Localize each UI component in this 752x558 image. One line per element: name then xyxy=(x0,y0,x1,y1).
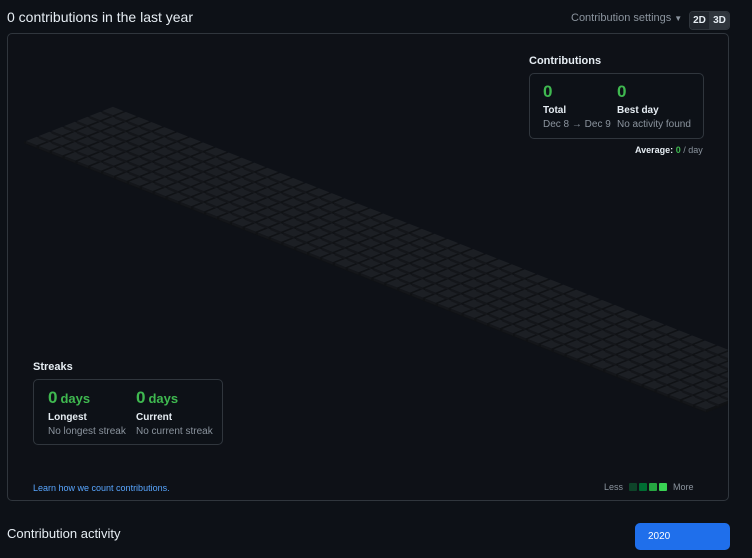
learn-contributions-link[interactable]: Learn how we count contributions. xyxy=(33,483,170,493)
legend-level-3 xyxy=(649,483,658,491)
best-day-value: 0 xyxy=(617,82,627,101)
legend-more-label: More xyxy=(673,482,694,492)
best-day-stat: 0 Best day No activity found xyxy=(617,82,691,130)
average-per-day: Average: 0 / day xyxy=(635,145,703,155)
streaks-title: Streaks xyxy=(33,361,73,373)
current-streak-unit: days xyxy=(148,391,179,406)
contributions-title: Contributions xyxy=(529,55,602,67)
contribution-settings-dropdown[interactable]: Contribution settings ▼ xyxy=(571,12,682,24)
caret-down-icon: ▼ xyxy=(674,14,683,23)
average-unit: / day xyxy=(683,145,703,155)
view-2d-button[interactable]: 2D xyxy=(690,12,709,29)
longest-streak-label: Longest xyxy=(48,412,87,423)
contributions-heading: 0 contributions in the last year xyxy=(7,9,193,25)
longest-streak-value: 0 xyxy=(48,388,58,407)
contribution-activity-heading: Contribution activity xyxy=(7,526,121,541)
total-label: Total xyxy=(543,105,567,116)
current-streak-label: Current xyxy=(136,412,173,423)
year-2020-button[interactable]: 2020 xyxy=(635,523,730,550)
best-day-label: Best day xyxy=(617,105,659,116)
legend-level-4 xyxy=(659,483,668,491)
view-3d-button[interactable]: 3D xyxy=(709,12,729,29)
contribution-calendar-panel: Contributions 0 Total Dec 8 → Dec 9 0 Be… xyxy=(7,33,729,501)
contributions-box: 0 Total Dec 8 → Dec 9 0 Best day No acti… xyxy=(529,73,704,139)
contribution-legend: Less More xyxy=(604,482,694,492)
longest-streak-stat: 0 days Longest No longest streak xyxy=(48,388,126,437)
total-stat: 0 Total Dec 8 → Dec 9 xyxy=(543,82,611,130)
longest-streak-note: No longest streak xyxy=(48,426,126,437)
current-streak-stat: 0 days Current No current streak xyxy=(136,388,213,437)
streaks-box: 0 days Longest No longest streak 0 days Cu… xyxy=(33,379,223,445)
average-value: 0 xyxy=(675,145,681,155)
current-streak-note: No current streak xyxy=(136,426,213,437)
average-label: Average: xyxy=(635,145,674,155)
legend-level-2 xyxy=(639,483,648,491)
best-day-note: No activity found xyxy=(617,119,691,130)
contribution-settings-label: Contribution settings xyxy=(571,12,672,24)
current-streak-value: 0 xyxy=(136,388,146,407)
longest-streak-unit: days xyxy=(60,391,91,406)
total-range: Dec 8 → Dec 9 xyxy=(543,119,611,130)
legend-level-1 xyxy=(629,483,638,491)
legend-less-label: Less xyxy=(604,482,624,492)
total-value: 0 xyxy=(543,82,553,101)
view-toggle: 2D 3D xyxy=(689,11,730,30)
